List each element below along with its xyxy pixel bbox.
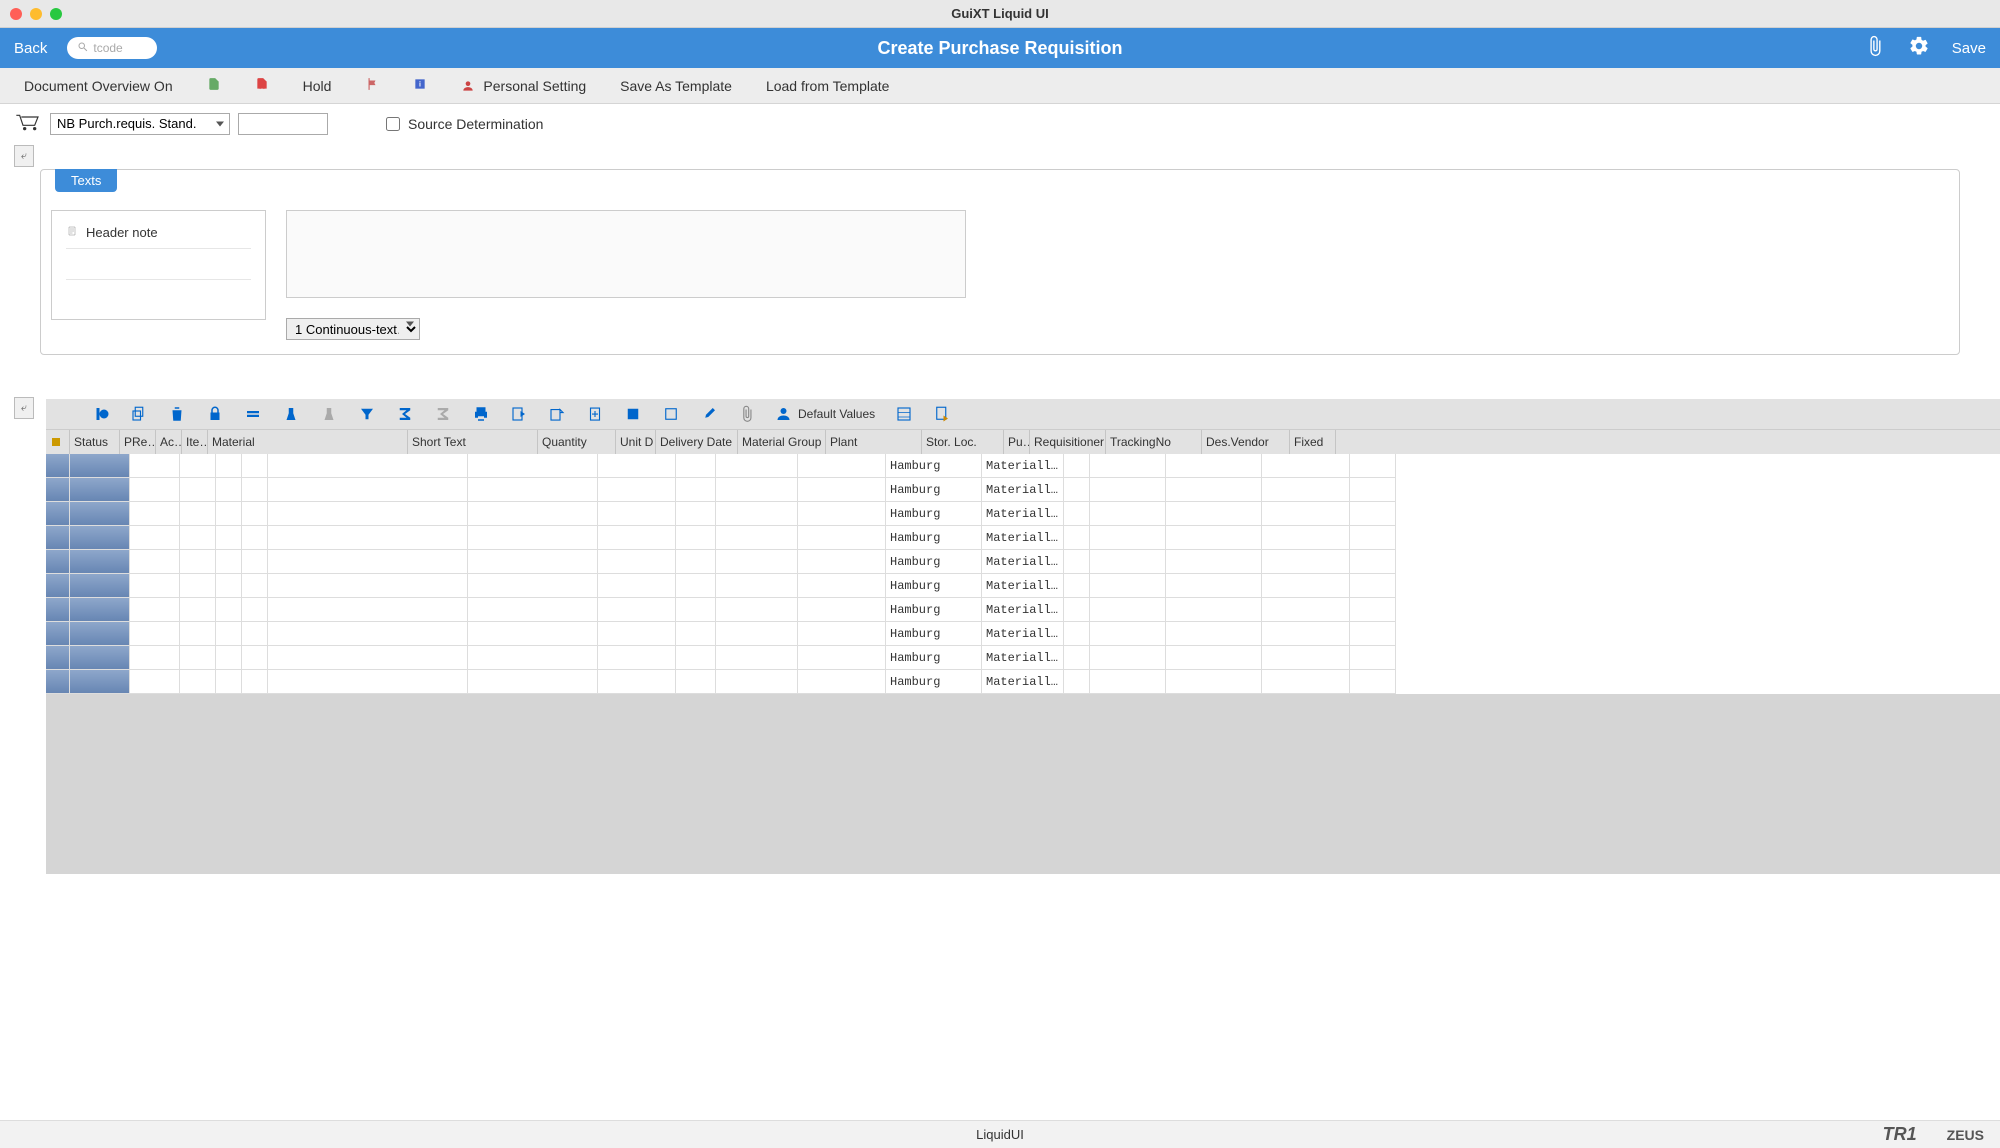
text-format-select[interactable]: 1 Continuous-text… (286, 308, 420, 340)
doc-number-input[interactable] (238, 113, 328, 135)
table-row[interactable]: HamburgMateriall… (46, 478, 2000, 502)
export-icon[interactable] (510, 405, 528, 423)
info-icon[interactable]: i (413, 77, 427, 94)
items-grid[interactable]: Status PRe… Ac… Ite… Material Short Text… (46, 429, 2000, 874)
texts-panel: Texts Header note 1 Continuous-text… (40, 169, 1960, 355)
collapse-handle-grid-icon[interactable]: ⤶ (14, 397, 34, 419)
cart-icon (14, 112, 42, 135)
table-row[interactable]: HamburgMateriall… (46, 502, 2000, 526)
col-material-group[interactable]: Material Group (738, 430, 826, 454)
table-row[interactable]: HamburgMateriall… (46, 622, 2000, 646)
system-id: TR1 (1883, 1124, 1917, 1145)
tab-texts[interactable]: Texts (55, 169, 117, 192)
copy-icon[interactable] (130, 405, 148, 423)
col-ac[interactable]: Ac… (156, 430, 182, 454)
save-template-button[interactable]: Save As Template (620, 78, 732, 94)
source-determination-checkbox[interactable]: Source Determination (386, 116, 543, 132)
col-shorttext[interactable]: Short Text (408, 430, 538, 454)
search-placeholder: tcode (93, 41, 122, 55)
settings-icon[interactable] (1908, 35, 1930, 61)
save-variant-icon[interactable] (933, 405, 951, 423)
grid-header: Status PRe… Ac… Ite… Material Short Text… (46, 430, 2000, 454)
status-bar: LiquidUI TR1 ZEUS (0, 1120, 2000, 1148)
table-row[interactable]: HamburgMateriall… (46, 598, 2000, 622)
table-row[interactable]: HamburgMateriall… (46, 574, 2000, 598)
col-stor-loc[interactable]: Stor. Loc. (922, 430, 1004, 454)
note-icon (66, 225, 78, 240)
svg-text:i: i (419, 81, 421, 88)
attachment-icon[interactable] (1864, 35, 1886, 61)
header-note-label: Header note (86, 225, 158, 240)
deselectall-icon[interactable] (662, 405, 680, 423)
attach-icon[interactable] (738, 405, 756, 423)
default-values-button[interactable]: Default Values (776, 405, 875, 423)
col-status[interactable]: Status (70, 430, 120, 454)
header-note-list[interactable]: Header note (51, 210, 266, 320)
flag-icon[interactable] (365, 77, 379, 94)
table-row[interactable]: HamburgMateriall… (46, 454, 2000, 478)
document-type-row: NB Purch.requis. Stand. Source Determina… (0, 104, 2000, 143)
col-ite[interactable]: Ite… (182, 430, 208, 454)
window-title: GuiXT Liquid UI (951, 6, 1049, 21)
save-button[interactable]: Save (1952, 40, 1986, 57)
col-fixed[interactable]: Fixed (1290, 430, 1336, 454)
page-title: Create Purchase Requisition (877, 38, 1122, 59)
minimize-window-icon[interactable] (30, 8, 42, 20)
hold-button[interactable]: Hold (303, 78, 332, 94)
table-row[interactable]: HamburgMateriall… (46, 526, 2000, 550)
maximize-window-icon[interactable] (50, 8, 62, 20)
load-template-button[interactable]: Load from Template (766, 78, 889, 94)
col-requisitioner[interactable]: Requisitioner (1030, 430, 1106, 454)
search-icon (77, 41, 89, 56)
layout-icon[interactable] (548, 405, 566, 423)
mac-title-bar: GuiXT Liquid UI (0, 0, 2000, 28)
variant-icon[interactable] (895, 405, 913, 423)
subtotals-icon[interactable] (434, 405, 452, 423)
col-pu[interactable]: Pu… (1004, 430, 1030, 454)
table-row[interactable]: HamburgMateriall… (46, 550, 2000, 574)
selectall-icon[interactable] (624, 405, 642, 423)
app-header: Back tcode Create Purchase Requisition S… (0, 28, 2000, 68)
doc-type-select[interactable]: NB Purch.requis. Stand. (50, 113, 230, 135)
col-material[interactable]: Material (208, 430, 408, 454)
table-row[interactable]: HamburgMateriall… (46, 646, 2000, 670)
tools-icon[interactable] (700, 405, 718, 423)
col-tracking[interactable]: TrackingNo (1106, 430, 1202, 454)
new-doc-icon[interactable] (207, 77, 221, 94)
back-button[interactable]: Back (14, 40, 47, 57)
col-plant[interactable]: Plant (826, 430, 922, 454)
branding-label: LiquidUI (976, 1127, 1024, 1142)
close-window-icon[interactable] (10, 8, 22, 20)
filter-icon[interactable] (358, 405, 376, 423)
close-doc-icon[interactable] (255, 77, 269, 94)
lock-icon[interactable] (206, 405, 224, 423)
find-icon[interactable] (282, 405, 300, 423)
print-icon[interactable] (472, 405, 490, 423)
col-delivery-date[interactable]: Delivery Date (656, 430, 738, 454)
col-pre[interactable]: PRe… (120, 430, 156, 454)
unlock-icon[interactable] (244, 405, 262, 423)
document-overview-button[interactable]: Document Overview On (24, 78, 173, 94)
personal-setting-button[interactable]: Personal Setting (461, 78, 586, 94)
alv-toolbar: Default Values (46, 399, 2000, 429)
tcode-search[interactable]: tcode (67, 37, 157, 59)
toolbar: Document Overview On Hold i Personal Set… (0, 68, 2000, 104)
col-vendor[interactable]: Des.Vendor (1202, 430, 1290, 454)
find-next-icon[interactable] (320, 405, 338, 423)
col-sel-icon[interactable] (46, 430, 70, 454)
user-id: ZEUS (1947, 1127, 1984, 1143)
long-text-editor[interactable] (286, 210, 966, 298)
expand-icon[interactable] (586, 405, 604, 423)
sum-icon[interactable] (396, 405, 414, 423)
table-row[interactable]: HamburgMateriall… (46, 670, 2000, 694)
details-icon[interactable] (92, 405, 110, 423)
delete-icon[interactable] (168, 405, 186, 423)
col-quantity[interactable]: Quantity (538, 430, 616, 454)
collapse-handle-icon[interactable]: ⤶ (14, 145, 34, 167)
items-grid-container: Default Values Status PRe… Ac… Ite… Mate… (46, 399, 2000, 874)
col-unit[interactable]: Unit D (616, 430, 656, 454)
